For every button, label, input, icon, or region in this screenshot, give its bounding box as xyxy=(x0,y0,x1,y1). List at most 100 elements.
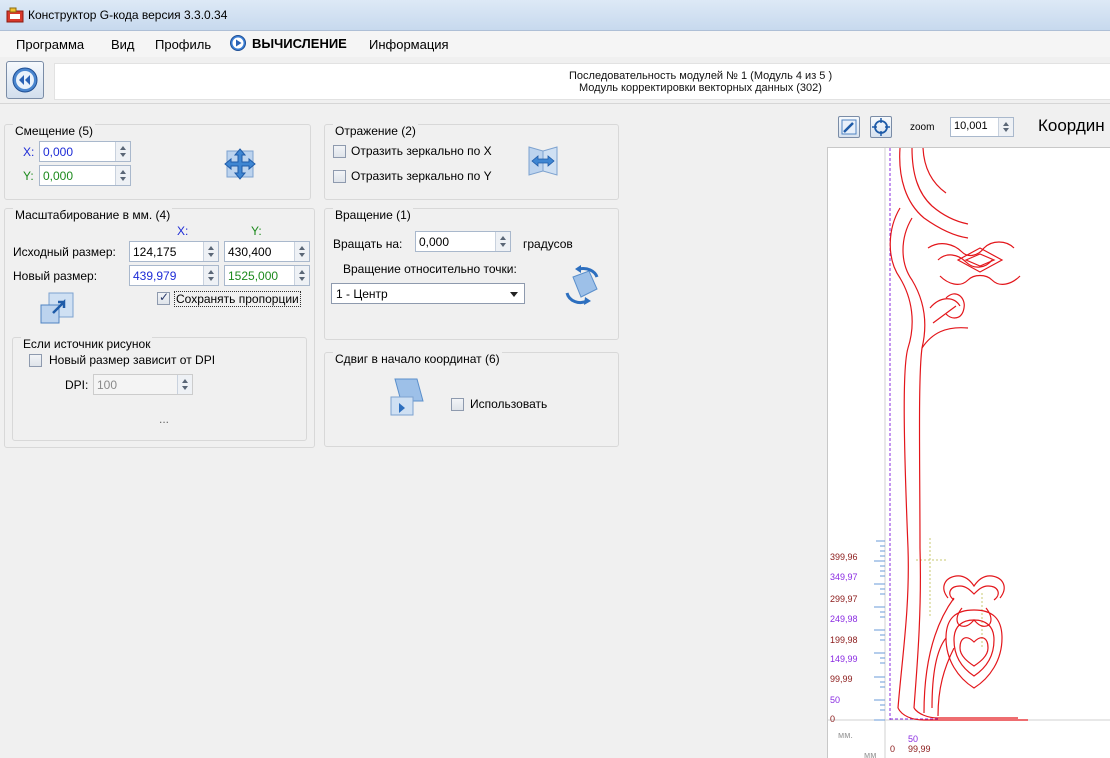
y-tick-2: 299,97 xyxy=(830,594,858,604)
offset-y-spinner[interactable] xyxy=(115,166,130,185)
y-tick-5: 149,99 xyxy=(830,654,858,664)
zoom-input[interactable]: 10,001 xyxy=(950,117,1014,137)
center-view-button[interactable] xyxy=(870,116,892,138)
dpi-spinner[interactable] xyxy=(177,375,192,394)
origin-shift-use-label: Использовать xyxy=(470,397,548,411)
offset-y-input[interactable]: 0,000 xyxy=(39,165,131,186)
edit-pen-button[interactable] xyxy=(838,116,860,138)
mirror-title: Отражение (2) xyxy=(333,124,418,138)
mirror-icon xyxy=(528,146,558,176)
new-x-spinner[interactable] xyxy=(203,266,218,285)
rotate-input[interactable]: 0,000 xyxy=(415,231,511,252)
dpi-dependent-label: Новый размер зависит от DPI xyxy=(49,353,216,367)
new-size-label: Новый размер: xyxy=(13,269,98,283)
mirror-x-checkbox[interactable] xyxy=(333,145,346,158)
sequence-bar: Последовательность модулей № 1 (Модуль 4… xyxy=(0,58,1110,104)
more-ellipsis: ... xyxy=(159,412,170,426)
offset-x-input[interactable]: 0,000 xyxy=(39,141,131,162)
scale-title: Масштабирование в мм. (4) xyxy=(13,208,173,222)
dpi-input[interactable]: 100 xyxy=(93,374,193,395)
source-size-label: Исходный размер: xyxy=(13,245,116,259)
new-y-value: 1525,000 xyxy=(228,269,279,283)
sequence-line-2: Модуль корректировки векторных данных (3… xyxy=(579,82,822,94)
x-tick-2: 99,99 xyxy=(908,744,931,754)
window-title: Конструктор G-кода версия 3.3.0.34 xyxy=(28,8,228,22)
source-y-input[interactable]: 430,400 xyxy=(224,241,310,262)
y-tick-4: 199,98 xyxy=(830,635,858,645)
new-x-input[interactable]: 439,979 xyxy=(129,265,219,286)
menu-program[interactable]: Программа xyxy=(16,37,84,52)
keep-proportions-label: Сохранять пропорции xyxy=(174,291,301,307)
rotation-point-select[interactable]: 1 - Центр xyxy=(331,283,525,304)
scale-group: Масштабирование в мм. (4) X: Y: Исходный… xyxy=(4,208,315,448)
rotate-label: Вращать на: xyxy=(333,237,403,251)
rotation-point-value: 1 - Центр xyxy=(336,287,388,301)
drawing-canvas xyxy=(828,148,1110,758)
chevron-down-icon xyxy=(510,292,518,297)
scale-col-x: X: xyxy=(177,224,189,238)
x-tick-0: 0 xyxy=(890,744,896,754)
mirror-y-label: Отразить зеркально по Y xyxy=(351,169,492,183)
title-bar: Конструктор G-кода версия 3.3.0.34 xyxy=(0,0,1110,31)
new-y-spinner[interactable] xyxy=(294,266,309,285)
dpi-value: 100 xyxy=(97,378,118,392)
menu-profile[interactable]: Профиль xyxy=(155,37,211,52)
dpi-dependent-checkbox[interactable] xyxy=(29,354,42,367)
offset-y-label: Y: xyxy=(23,169,34,183)
rotation-point-label: Вращение относительно точки: xyxy=(343,262,517,276)
resize-icon xyxy=(40,292,74,324)
image-source-title: Если источник рисунок xyxy=(21,337,153,351)
dpi-label: DPI: xyxy=(65,378,89,392)
y-tick-0: 399,96 xyxy=(830,552,858,562)
x-tick-1: 50 xyxy=(908,734,919,744)
keep-proportions-checkbox[interactable] xyxy=(157,290,170,305)
origin-shift-group: Сдвиг в начало координат (6) Использоват… xyxy=(324,352,619,447)
viewer-toolbar: zoom 10,001 Координ xyxy=(838,116,1110,142)
zoom-label: zoom xyxy=(910,122,935,133)
source-y-spinner[interactable] xyxy=(294,242,309,261)
y-tick-3: 249,98 xyxy=(830,614,858,624)
menu-bar: Программа Вид Профиль ВЫЧИСЛЕНИЕ Информа… xyxy=(0,31,1110,57)
play-circle-icon xyxy=(230,35,246,51)
offset-x-value: 0,000 xyxy=(43,145,74,159)
origin-shift-title: Сдвиг в начало координат (6) xyxy=(333,352,502,366)
zoom-value: 10,001 xyxy=(954,120,988,132)
y-tick-7: 50 xyxy=(830,695,841,705)
mirror-y-checkbox[interactable] xyxy=(333,170,346,183)
menu-calculation-label: ВЫЧИСЛЕНИЕ xyxy=(252,35,347,51)
offset-y-value: 0,000 xyxy=(43,169,74,183)
rotate-value: 0,000 xyxy=(419,235,450,249)
mirror-x-label: Отразить зеркально по X xyxy=(351,144,492,158)
menu-view[interactable]: Вид xyxy=(111,37,135,52)
offset-group: Смещение (5) X: 0,000 Y: 0,000 xyxy=(4,124,311,200)
rotate-spinner[interactable] xyxy=(495,232,510,251)
source-x-spinner[interactable] xyxy=(203,242,218,261)
offset-x-spinner[interactable] xyxy=(115,142,130,161)
offset-title: Смещение (5) xyxy=(13,124,96,138)
menu-info[interactable]: Информация xyxy=(369,37,449,52)
rotation-group: Вращение (1) Вращать на: 0,000 градусов … xyxy=(324,208,619,340)
rotation-title: Вращение (1) xyxy=(333,208,413,222)
y-tick-8: 0 xyxy=(830,714,836,724)
source-x-input[interactable]: 124,175 xyxy=(129,241,219,262)
back-button[interactable] xyxy=(6,61,44,99)
unit-label: мм. xyxy=(838,730,853,740)
offset-x-label: X: xyxy=(23,145,35,159)
y-tick-6: 99,99 xyxy=(830,674,853,684)
origin-shift-use-checkbox[interactable] xyxy=(451,398,464,411)
drawing-preview[interactable]: 399,96 349,97 299,97 249,98 199,98 149,9… xyxy=(827,147,1110,758)
app-icon xyxy=(6,7,24,23)
move-arrows-icon xyxy=(224,148,256,180)
rotate-unit: градусов xyxy=(523,237,573,251)
pen-icon xyxy=(841,119,857,135)
sequence-line-1: Последовательность модулей № 1 (Модуль 4… xyxy=(569,70,833,82)
new-y-input[interactable]: 1525,000 xyxy=(224,265,310,286)
target-icon xyxy=(872,118,890,136)
source-x-value: 124,175 xyxy=(133,245,177,259)
coords-title: Координ xyxy=(1038,116,1105,135)
unit-label-2: мм xyxy=(864,750,877,758)
menu-calculation[interactable]: ВЫЧИСЛЕНИЕ xyxy=(229,34,347,52)
new-x-value: 439,979 xyxy=(133,269,177,283)
rotate-icon xyxy=(565,265,599,305)
zoom-spinner[interactable] xyxy=(998,118,1013,136)
